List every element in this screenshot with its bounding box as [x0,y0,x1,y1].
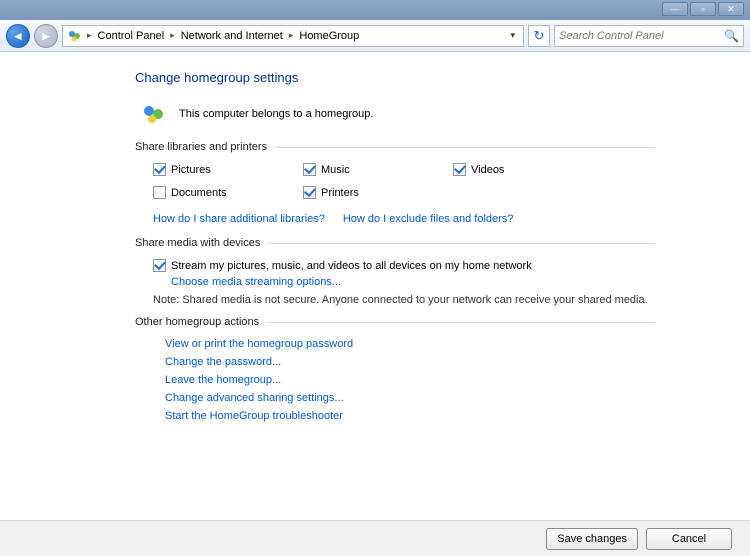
chevron-right-icon: ▸ [287,30,296,41]
content-area: Change homegroup settings This computer … [0,52,750,520]
checkbox-label: Printers [321,187,359,199]
page-title: Change homegroup settings [135,70,655,85]
section-share-media: Share media with devices [135,237,655,249]
checkbox-stream-media[interactable] [153,259,166,272]
arrow-left-icon: ◄ [12,29,24,43]
homegroup-action-list: View or print the homegroup password Cha… [165,338,655,422]
divider [275,147,655,148]
section-share-libraries: Share libraries and printers [135,141,655,153]
breadcrumb[interactable]: ▸ Control Panel ▸ Network and Internet ▸… [62,25,524,47]
breadcrumb-network-internet[interactable]: Network and Internet [179,28,285,44]
section-label: Share libraries and printers [135,141,267,153]
nav-forward-button[interactable]: ► [34,24,58,48]
checkbox-videos[interactable] [453,163,466,176]
checkbox-documents[interactable] [153,186,166,199]
homegroup-icon [67,28,83,44]
close-button[interactable]: ✕ [718,2,744,16]
search-box[interactable]: 🔍 [554,25,744,47]
link-share-additional-libraries[interactable]: How do I share additional libraries? [153,213,325,225]
search-icon: 🔍 [724,29,739,43]
link-change-password[interactable]: Change the password... [165,356,655,368]
status-row: This computer belongs to a homegroup. [135,103,655,125]
restore-button[interactable]: ▫ [690,2,716,16]
breadcrumb-control-panel[interactable]: Control Panel [96,28,167,44]
checkbox-label: Documents [171,187,227,199]
link-media-streaming-options[interactable]: Choose media streaming options... [171,276,341,288]
navbar: ◄ ► ▸ Control Panel ▸ Network and Intern… [0,20,750,52]
link-leave-homegroup[interactable]: Leave the homegroup... [165,374,655,386]
chevron-right-icon: ▸ [85,30,94,41]
checkbox-music[interactable] [303,163,316,176]
chevron-right-icon: ▸ [168,30,177,41]
share-checkbox-grid: Pictures Music Videos Documents Printers [153,163,655,199]
refresh-button[interactable]: ↻ [528,25,550,47]
search-input[interactable] [559,30,724,42]
refresh-icon: ↻ [534,28,545,44]
minimize-button[interactable]: — [662,2,688,16]
titlebar: — ▫ ✕ [0,0,750,20]
checkbox-printers[interactable] [303,186,316,199]
checkbox-label: Stream my pictures, music, and videos to… [171,260,532,272]
checkbox-pictures[interactable] [153,163,166,176]
checkbox-label: Music [321,164,350,176]
checkbox-label: Videos [471,164,504,176]
stream-note: Note: Shared media is not secure. Anyone… [153,294,655,306]
checkbox-label: Pictures [171,164,211,176]
section-label: Share media with devices [135,237,260,249]
breadcrumb-dropdown[interactable]: ▾ [506,30,519,41]
homegroup-status-icon [141,103,169,125]
link-advanced-sharing[interactable]: Change advanced sharing settings... [165,392,655,404]
status-text: This computer belongs to a homegroup. [179,108,373,120]
save-button[interactable]: Save changes [546,528,638,550]
section-other-actions: Other homegroup actions [135,316,655,328]
link-troubleshooter[interactable]: Start the HomeGroup troubleshooter [165,410,655,422]
cancel-button[interactable]: Cancel [646,528,732,550]
breadcrumb-homegroup[interactable]: HomeGroup [297,28,361,44]
link-view-password[interactable]: View or print the homegroup password [165,338,655,350]
button-bar: Save changes Cancel [0,520,750,556]
window: — ▫ ✕ ◄ ► ▸ Control Panel ▸ Network and … [0,0,750,556]
divider [267,322,655,323]
divider [268,243,655,244]
arrow-right-icon: ► [40,29,52,43]
link-exclude-files-folders[interactable]: How do I exclude files and folders? [343,213,514,225]
nav-back-button[interactable]: ◄ [6,24,30,48]
section-label: Other homegroup actions [135,316,259,328]
